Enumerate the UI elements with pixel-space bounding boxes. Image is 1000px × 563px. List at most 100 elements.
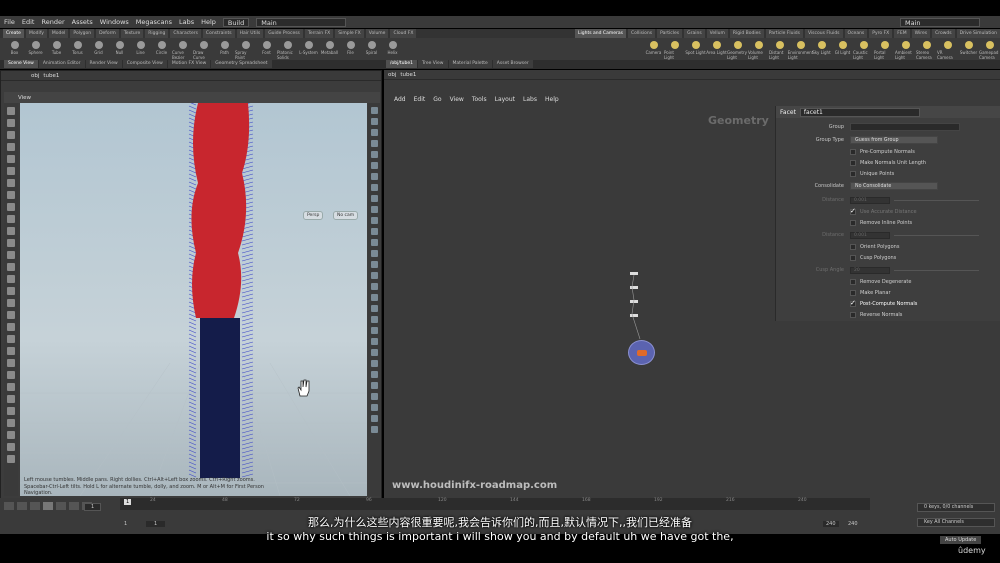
shelf-tool[interactable]: Tube <box>46 38 67 60</box>
menu-render[interactable]: Render <box>41 18 64 26</box>
viewport[interactable]: Persp No cam <box>20 103 367 496</box>
shelf-tab[interactable]: Characters <box>170 29 201 38</box>
persp-menu[interactable]: Persp <box>303 211 324 220</box>
shelf-tab[interactable]: Polygon <box>70 29 95 38</box>
viewport-tool-icon[interactable] <box>7 323 15 331</box>
distance2-field[interactable]: 0.001 <box>850 231 890 239</box>
display-option-icon[interactable] <box>370 173 378 180</box>
light-tool[interactable]: Spot Light <box>685 38 706 60</box>
distance-slider[interactable] <box>894 199 979 201</box>
shelf-tab[interactable]: Deform <box>96 29 119 38</box>
menu-help[interactable]: Help <box>201 18 216 26</box>
display-option-icon[interactable] <box>370 129 378 136</box>
shelf-tab-right[interactable]: Particle Fluids <box>765 29 803 38</box>
distance2-slider[interactable] <box>894 234 979 236</box>
shelf-tool[interactable]: Helix <box>382 38 403 60</box>
display-option-icon[interactable] <box>370 107 378 114</box>
play-back-icon[interactable] <box>30 502 40 510</box>
display-option-icon[interactable] <box>370 239 378 246</box>
left-pane-tab[interactable]: Scene View <box>4 60 38 68</box>
timeline-track[interactable] <box>120 498 870 510</box>
group-type-dropdown[interactable]: Guess from Group <box>850 136 938 144</box>
viewport-tool-icon[interactable] <box>7 383 15 391</box>
shelf-tool[interactable]: Sphere <box>25 38 46 60</box>
viewport-tool-icon[interactable] <box>7 191 15 199</box>
shelf-tool[interactable]: Curve Bezier <box>172 38 193 60</box>
shelf-tab[interactable]: Rigging <box>145 29 169 38</box>
step-forward-icon[interactable] <box>69 502 79 510</box>
group-field[interactable] <box>850 123 960 131</box>
post-compute-checkbox[interactable] <box>850 299 856 307</box>
shelf-tool[interactable]: Grid <box>88 38 109 60</box>
display-option-icon[interactable] <box>370 393 378 400</box>
display-option-icon[interactable] <box>370 228 378 235</box>
viewport-tool-icon[interactable] <box>7 275 15 283</box>
viewport-tool-icon[interactable] <box>7 419 15 427</box>
shelf-tool[interactable]: Box <box>4 38 25 60</box>
shelf-tab-right[interactable]: Rigid Bodies <box>729 29 764 38</box>
shelf-tab-right[interactable]: FEM <box>894 29 910 38</box>
viewport-tool-icon[interactable] <box>7 335 15 343</box>
light-tool[interactable]: Sky Light <box>811 38 832 60</box>
display-option-icon[interactable] <box>370 250 378 257</box>
light-tool[interactable]: Gamepad Camera <box>979 38 1000 60</box>
display-option-icon[interactable] <box>370 206 378 213</box>
display-option-icon[interactable] <box>370 338 378 345</box>
light-tool[interactable]: Switcher <box>958 38 979 60</box>
display-option-icon[interactable] <box>370 162 378 169</box>
display-option-icon[interactable] <box>370 272 378 279</box>
display-option-icon[interactable] <box>370 415 378 422</box>
viewport-tool-icon[interactable] <box>7 263 15 271</box>
shelf-tab[interactable]: Texture <box>120 29 144 38</box>
viewport-tool-icon[interactable] <box>7 299 15 307</box>
viewport-tool-icon[interactable] <box>7 119 15 127</box>
display-option-icon[interactable] <box>370 184 378 191</box>
shelf-tab-right[interactable]: Grains <box>684 29 705 38</box>
display-option-icon[interactable] <box>370 305 378 312</box>
shelf-tab[interactable]: Model <box>48 29 69 38</box>
menu-windows[interactable]: Windows <box>100 18 129 26</box>
camera-menu[interactable]: No cam <box>333 211 359 220</box>
shelf-tab-right[interactable]: Particles <box>657 29 683 38</box>
shelf-tab[interactable]: Create <box>3 29 24 38</box>
shelf-tool[interactable]: Null <box>109 38 130 60</box>
shelf-tab[interactable]: Constraints <box>202 29 235 38</box>
viewport-tool-icon[interactable] <box>7 395 15 403</box>
viewport-tool-icon[interactable] <box>7 347 15 355</box>
facet-node[interactable] <box>628 340 655 365</box>
reverse-checkbox[interactable] <box>850 312 856 318</box>
shelf-tool[interactable]: Spray Paint <box>235 38 256 60</box>
display-option-icon[interactable] <box>370 404 378 411</box>
shelf-tool[interactable]: Path <box>214 38 235 60</box>
shelf-tab[interactable]: Cloud FX <box>390 29 417 38</box>
shelf-tab-right[interactable]: Vellum <box>706 29 728 38</box>
shelf-tab-right[interactable]: Drive Simulation <box>956 29 1000 38</box>
to-start-icon[interactable] <box>4 502 14 510</box>
cusp-polys-checkbox[interactable] <box>850 255 856 261</box>
viewport-tool-icon[interactable] <box>7 311 15 319</box>
right-context-select[interactable]: Main <box>900 17 980 27</box>
network-menu-item[interactable]: Layout <box>495 96 515 103</box>
shelf-tab[interactable]: Terrain FX <box>304 29 334 38</box>
net-path-tube1[interactable]: tube1 <box>400 72 416 78</box>
shelf-tab-right[interactable]: Pyro FX <box>869 29 893 38</box>
shelf-tool[interactable]: Circle <box>151 38 172 60</box>
path-obj[interactable]: obj <box>31 73 39 79</box>
light-tool[interactable]: Area Light <box>706 38 727 60</box>
light-tool[interactable]: GI Light <box>832 38 853 60</box>
shelf-tool[interactable]: Metaball <box>319 38 340 60</box>
display-option-icon[interactable] <box>370 349 378 356</box>
left-pane-tab[interactable]: Animation Editor <box>38 60 85 68</box>
current-frame-field[interactable]: 1 <box>84 503 102 511</box>
menu-assets[interactable]: Assets <box>72 18 93 26</box>
display-option-icon[interactable] <box>370 151 378 158</box>
viewport-tool-icon[interactable] <box>7 167 15 175</box>
shelf-tool[interactable]: Font <box>256 38 277 60</box>
viewport-tool-icon[interactable] <box>7 143 15 151</box>
display-option-icon[interactable] <box>370 118 378 125</box>
network-menu-item[interactable]: Go <box>433 96 441 103</box>
network-menu-item[interactable]: Labs <box>523 96 537 103</box>
light-tool[interactable]: Portal Light <box>874 38 895 60</box>
shelf-tab[interactable]: Volume <box>365 29 389 38</box>
display-option-icon[interactable] <box>370 426 378 433</box>
